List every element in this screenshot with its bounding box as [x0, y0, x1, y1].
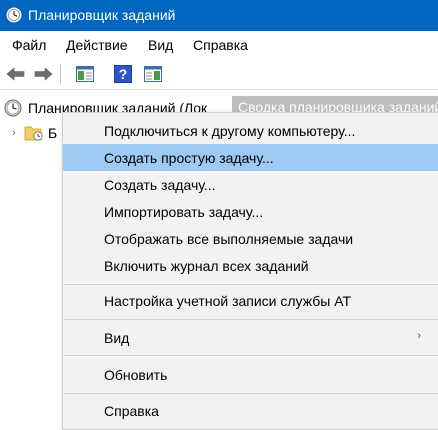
menu-item-display-all-running-tasks[interactable]: Отображать все выполняемые задачи [63, 225, 438, 252]
menu-view[interactable]: Вид [148, 37, 173, 53]
tree-child-label: Б [48, 125, 58, 141]
help-button[interactable]: ? [112, 63, 134, 85]
menu-item-label: Импортировать задачу... [104, 203, 264, 220]
forward-button[interactable] [32, 63, 54, 85]
show-hide-action-pane-button[interactable] [142, 63, 164, 85]
menu-help[interactable]: Справка [193, 37, 248, 53]
menu-bar: Файл Действие Вид Справка [0, 31, 438, 59]
show-hide-console-tree-button[interactable] [74, 63, 96, 85]
menu-separator [64, 284, 438, 285]
action-pane-icon [144, 66, 162, 82]
title-bar: Планировщик заданий [0, 0, 438, 31]
menu-item-help[interactable]: Справка [63, 397, 438, 424]
menu-item-label: Включить журнал всех заданий [104, 257, 309, 274]
menu-action[interactable]: Действие [66, 37, 128, 53]
help-icon: ? [114, 65, 132, 83]
submenu-arrow-icon: › [417, 330, 421, 342]
menu-separator [64, 355, 438, 356]
task-scheduler-icon [6, 7, 22, 23]
menu-item-label: Обновить [104, 366, 168, 383]
context-menu: Подключиться к другому компьютеру... Соз… [62, 112, 438, 430]
menu-separator [64, 393, 438, 394]
menu-item-label: Справка [104, 402, 159, 419]
back-arrow-icon [6, 67, 25, 81]
toolbar-separator [60, 64, 61, 84]
menu-item-create-task[interactable]: Создать задачу... [63, 171, 438, 198]
svg-text:?: ? [119, 66, 128, 82]
menu-item-label: Настройка учетной записи службы AT [104, 292, 352, 309]
menu-item-enable-all-tasks-history[interactable]: Включить журнал всех заданий [63, 252, 438, 279]
menu-item-at-service-account-configuration[interactable]: Настройка учетной записи службы AT [63, 287, 438, 314]
window-title: Планировщик заданий [28, 7, 176, 23]
clock-icon [4, 99, 22, 117]
menu-item-create-basic-task[interactable]: Создать простую задачу... [63, 144, 438, 171]
menu-item-label: Вид [104, 329, 130, 346]
menu-separator [64, 319, 438, 320]
menu-item-label: Отображать все выполняемые задачи [104, 230, 354, 247]
menu-item-label: Создать задачу... [104, 176, 216, 193]
toolbar: ? [0, 59, 438, 90]
menu-item-import-task[interactable]: Импортировать задачу... [63, 198, 438, 225]
menu-item-view[interactable]: Вид › [63, 324, 438, 351]
menu-item-label: Подключиться к другому компьютеру... [104, 122, 356, 139]
folder-clock-icon [24, 126, 43, 141]
expand-chevron-icon[interactable]: › [12, 127, 24, 139]
menu-item-label: Создать простую задачу... [104, 149, 274, 166]
menu-item-refresh[interactable]: Обновить [63, 361, 438, 388]
forward-arrow-icon [34, 67, 53, 81]
menu-file[interactable]: Файл [12, 37, 46, 53]
console-tree-icon [76, 66, 94, 82]
back-button[interactable] [5, 63, 27, 85]
tree-item-library[interactable]: › Б [12, 123, 57, 143]
menu-item-connect-to-another-computer[interactable]: Подключиться к другому компьютеру... [63, 117, 438, 144]
